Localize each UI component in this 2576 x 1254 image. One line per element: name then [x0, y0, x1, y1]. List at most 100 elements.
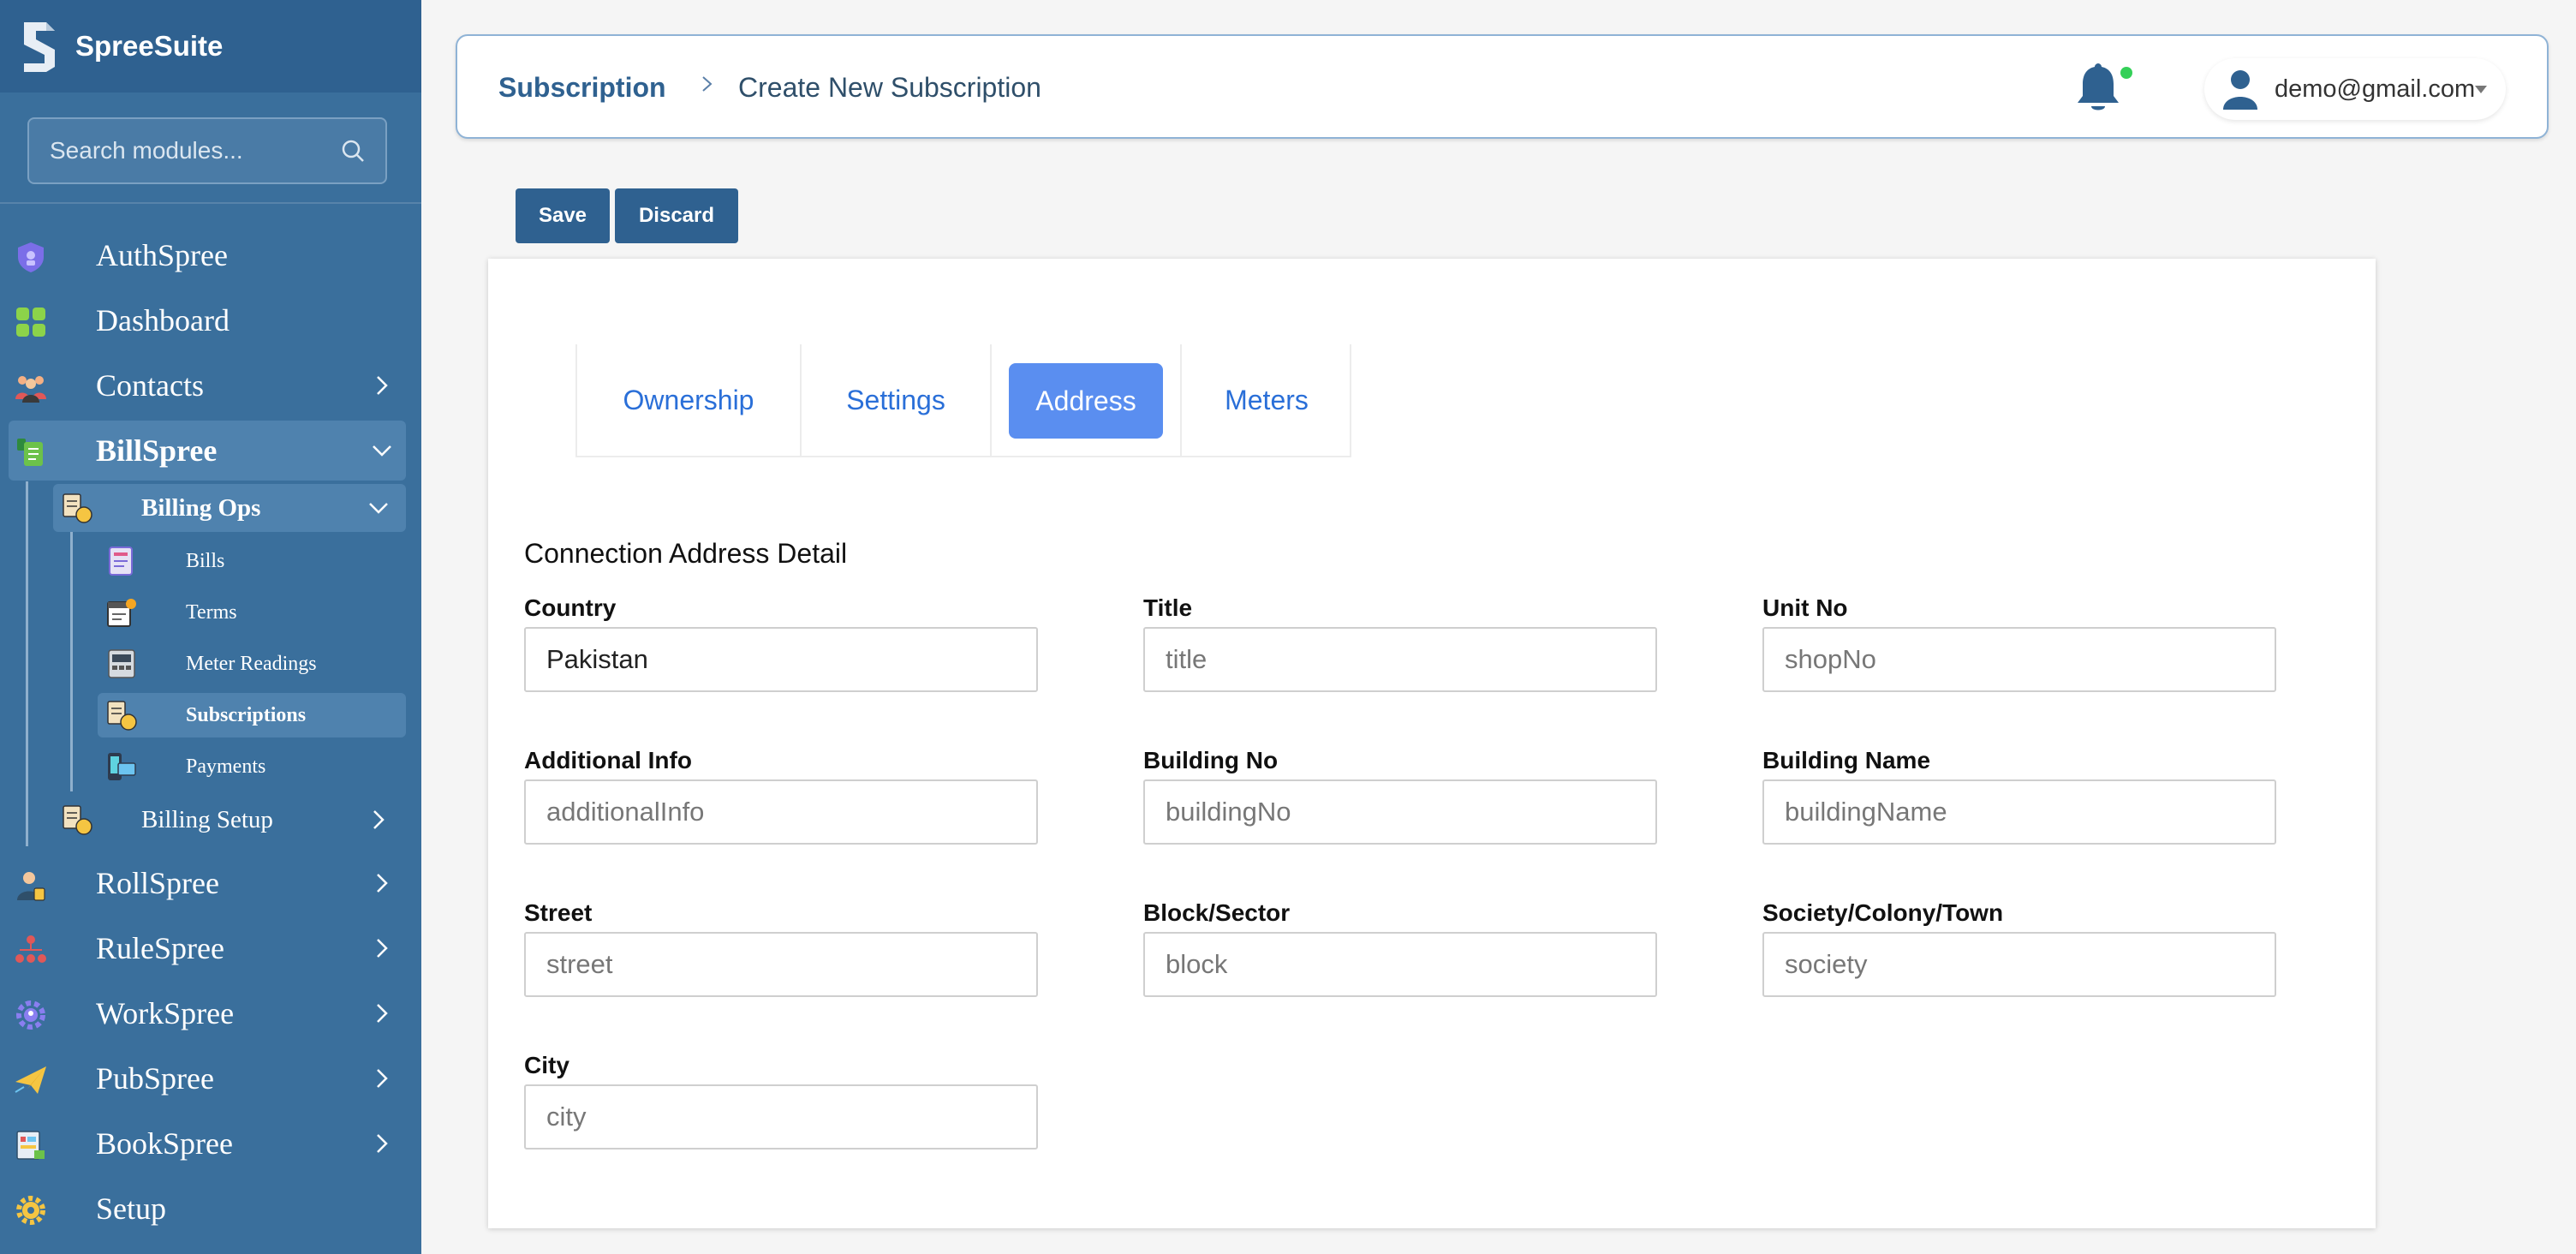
sidebar-item-billing-ops[interactable]: Billing Ops — [53, 484, 406, 532]
sidebar-item-setup[interactable]: Setup — [0, 1179, 421, 1239]
meter-icon — [108, 649, 135, 678]
chevron-down-icon — [369, 503, 388, 514]
chevron-right-icon — [377, 376, 388, 395]
sidebar-item-billspree[interactable]: BillSpree — [9, 421, 406, 481]
sidebar-item-label: WorkSpree — [96, 996, 235, 1030]
chevron-right-icon — [377, 1069, 388, 1088]
sidebar-item-label: Terms — [186, 600, 237, 624]
settings-gear-icon — [16, 1196, 45, 1225]
sidebar-item-rollspree[interactable]: RollSpree — [0, 853, 421, 913]
section-title: Connection Address Detail — [524, 538, 848, 569]
notification-dot — [2120, 67, 2132, 79]
sidebar-item-dashboard[interactable]: Dashboard — [0, 290, 421, 350]
top-header: Subscription Create New Subscription dem… — [456, 34, 2549, 139]
chevron-right-icon — [702, 76, 713, 92]
sidebar-item-subscriptions[interactable]: Subscriptions — [98, 693, 406, 737]
tab-settings[interactable]: Settings — [802, 344, 990, 456]
discard-button[interactable]: Discard — [615, 188, 738, 243]
sidebar-item-label: AuthSpree — [96, 238, 228, 272]
dashboard-grid-icon — [16, 308, 45, 337]
unit-no-label: Unit No — [1762, 594, 1848, 621]
breadcrumb-current: Create New Subscription — [738, 72, 1041, 103]
gear-people-icon — [16, 1000, 45, 1030]
billing-ops-icon — [63, 493, 92, 523]
invoice-icon — [109, 546, 133, 576]
sidebar-search — [0, 93, 421, 204]
sidebar-item-label: Dashboard — [96, 303, 230, 337]
bill-document-icon — [17, 439, 43, 466]
chevron-down-icon — [373, 445, 391, 457]
search-input[interactable] — [50, 137, 324, 164]
sidebar-item-payments[interactable]: Payments — [98, 744, 406, 789]
chevron-right-icon — [377, 1004, 388, 1023]
tree-line — [26, 481, 28, 846]
tab-divider — [990, 344, 992, 456]
calendar-doc-icon — [107, 599, 136, 627]
street-label: Street — [524, 899, 593, 926]
save-button[interactable]: Save — [516, 188, 610, 243]
search-icon[interactable] — [341, 139, 365, 163]
people-group-icon — [15, 376, 46, 403]
bell-icon[interactable] — [2072, 60, 2124, 115]
country-label: Country — [524, 594, 617, 621]
sidebar-item-workspree[interactable]: WorkSpree — [0, 983, 421, 1043]
additional-info-field[interactable] — [524, 779, 1038, 845]
sidebar-item-label: RollSpree — [96, 866, 219, 900]
sidebar-item-label: Meter Readings — [186, 652, 317, 675]
tab-ownership[interactable]: Ownership — [577, 344, 800, 456]
org-chart-icon — [15, 935, 46, 963]
sidebar-item-meter-readings[interactable]: Meter Readings — [98, 642, 406, 686]
tab-meters[interactable]: Meters — [1182, 344, 1351, 456]
sidebar-item-pubspree[interactable]: PubSpree — [0, 1048, 421, 1108]
title-field[interactable] — [1143, 627, 1657, 692]
title-label: Title — [1143, 594, 1193, 621]
spreesuite-logo-icon — [24, 22, 55, 72]
sidebar-item-label: Bills — [186, 549, 225, 572]
sidebar-item-label: Subscriptions — [186, 703, 307, 726]
block-label: Block/Sector — [1143, 899, 1291, 926]
sidebar-item-authspree[interactable]: AuthSpree — [0, 225, 421, 285]
tab-address[interactable]: Address — [1009, 363, 1163, 439]
sidebar-item-billing-setup[interactable]: Billing Setup — [53, 796, 406, 844]
sidebar-item-label: Contacts — [96, 368, 204, 403]
chevron-right-icon — [377, 874, 388, 893]
sidebar-item-label: Payments — [186, 755, 266, 778]
society-field[interactable] — [1762, 932, 2276, 997]
brand-name: SpreeSuite — [75, 30, 224, 62]
breadcrumb-root[interactable]: Subscription — [498, 72, 666, 104]
sidebar-item-label: RuleSpree — [96, 931, 224, 965]
shield-icon — [18, 242, 44, 272]
sidebar-item-label: PubSpree — [96, 1061, 214, 1096]
subscription-icon — [107, 701, 137, 731]
sidebar-item-bills[interactable]: Bills — [98, 539, 406, 583]
form-card: Ownership Settings Address Meters Connec… — [488, 259, 2376, 1228]
sidebar-item-rulespree[interactable]: RuleSpree — [0, 918, 421, 978]
sidebar-item-contacts[interactable]: Contacts — [0, 355, 421, 415]
chevron-right-icon — [377, 1134, 388, 1153]
unit-no-field[interactable] — [1762, 627, 2276, 692]
sidebar-item-bookspree[interactable]: BookSpree — [0, 1114, 421, 1173]
building-name-label: Building Name — [1762, 747, 1931, 773]
paper-plane-icon — [15, 1066, 46, 1094]
chevron-right-icon — [373, 810, 385, 829]
building-no-label: Building No — [1143, 747, 1279, 773]
user-icon — [2223, 70, 2257, 110]
building-no-field[interactable] — [1143, 779, 1657, 845]
tree-line — [70, 531, 73, 791]
brand[interactable]: SpreeSuite — [0, 0, 421, 93]
search-box[interactable] — [27, 117, 387, 184]
country-field[interactable] — [524, 627, 1038, 692]
building-name-field[interactable] — [1762, 779, 2276, 845]
sidebar: SpreeSuite AuthSpree Dashboard — [0, 0, 421, 1254]
ledger-icon — [16, 1131, 45, 1160]
block-field[interactable] — [1143, 932, 1657, 997]
city-field[interactable] — [524, 1084, 1038, 1150]
additional-info-label: Additional Info — [524, 747, 692, 773]
user-menu[interactable]: demo@gmail.com — [2204, 58, 2506, 120]
sidebar-item-terms[interactable]: Terms — [98, 590, 406, 635]
chevron-right-icon — [377, 939, 388, 958]
person-badge-icon — [17, 872, 45, 901]
user-email: demo@gmail.com — [2275, 75, 2476, 103]
sidebar-item-label: BookSpree — [96, 1126, 233, 1161]
street-field[interactable] — [524, 932, 1038, 997]
